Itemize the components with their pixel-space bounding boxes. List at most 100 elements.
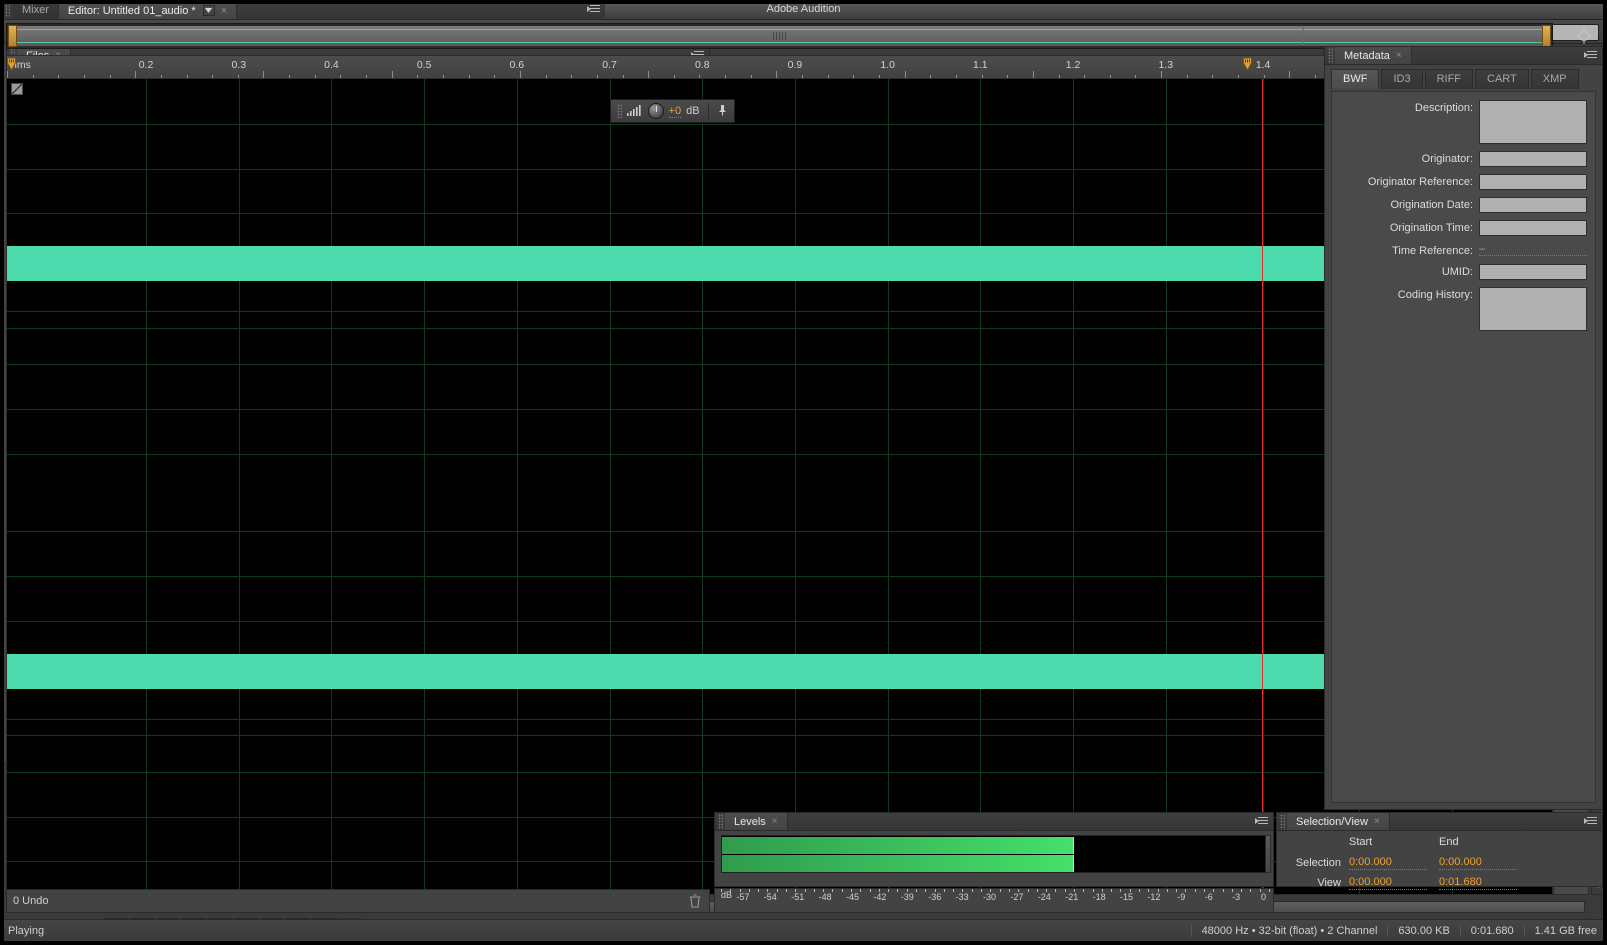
level-scale-tick bbox=[1166, 889, 1168, 892]
level-scale-tick bbox=[1111, 889, 1113, 892]
navigator-right-handle[interactable] bbox=[1542, 25, 1551, 47]
ruler-tick-label: 0.6 bbox=[509, 59, 525, 71]
level-scale-tick bbox=[860, 889, 862, 892]
umid-input[interactable] bbox=[1479, 264, 1587, 280]
navigator-left-handle[interactable] bbox=[8, 25, 17, 47]
level-scale-label: -48 bbox=[818, 892, 832, 902]
level-scale-label: -57 bbox=[736, 892, 750, 902]
status-format-label: 48000 Hz • 32-bit (float) • 2 Channel bbox=[1190, 924, 1388, 937]
metadata-panel-menu-icon[interactable] bbox=[1584, 50, 1598, 62]
close-icon[interactable]: × bbox=[1396, 50, 1402, 61]
level-scale-label: -51 bbox=[791, 892, 805, 902]
tab-editor-label: Editor: Untitled 01_audio * bbox=[67, 4, 196, 17]
level-meter-peak-indicator[interactable] bbox=[1265, 835, 1271, 873]
navigator-channel-1-line bbox=[9, 29, 1550, 30]
playhead-line[interactable] bbox=[1261, 79, 1263, 894]
close-icon[interactable]: × bbox=[221, 5, 227, 17]
level-scale-label: -42 bbox=[873, 892, 887, 902]
originator-input[interactable] bbox=[1479, 151, 1587, 167]
gain-hud[interactable]: +0 dB bbox=[609, 99, 735, 123]
ruler-tick-label: 0.9 bbox=[787, 59, 803, 71]
tab-riff-label: RIFF bbox=[1436, 73, 1462, 85]
level-scale-label: -33 bbox=[955, 892, 969, 902]
origination-date-input[interactable] bbox=[1479, 197, 1587, 213]
level-scale-label: -21 bbox=[1065, 892, 1079, 902]
selection-view-panel-menu-icon[interactable] bbox=[1584, 816, 1598, 828]
selection-view-tabbar: Selection/View × bbox=[1277, 813, 1602, 831]
undo-count-label: 0 Undo bbox=[13, 895, 49, 907]
levels-panel-grip[interactable] bbox=[718, 814, 723, 830]
navigator-channel-2-line bbox=[9, 42, 1550, 43]
tab-levels-label: Levels bbox=[734, 815, 766, 828]
close-icon[interactable]: × bbox=[772, 816, 778, 827]
timeline-ruler[interactable]: hms 0.2 0.3 0.4 0.5 0.6 0.7 0.8 0.9 1.0 … bbox=[6, 55, 1553, 79]
zoom-navigator[interactable] bbox=[6, 23, 1553, 49]
level-scale-label: -36 bbox=[928, 892, 942, 902]
field-label: Coding History: bbox=[1397, 289, 1473, 301]
level-scale-tick bbox=[916, 889, 918, 892]
coding-history-input[interactable] bbox=[1479, 287, 1587, 331]
origination-time-input[interactable] bbox=[1479, 220, 1587, 236]
tab-levels[interactable]: Levels × bbox=[725, 813, 788, 830]
level-scale-tick bbox=[1185, 889, 1187, 892]
waveform-channel-1 bbox=[7, 246, 1552, 282]
tab-xmp[interactable]: XMP bbox=[1530, 69, 1579, 89]
level-scale-tick bbox=[730, 889, 732, 892]
time-reference-value[interactable]: – bbox=[1479, 243, 1587, 256]
view-end-value[interactable]: 0:01.680 bbox=[1439, 876, 1517, 890]
level-scale-tick bbox=[1138, 889, 1140, 892]
tab-selection-view[interactable]: Selection/View × bbox=[1287, 813, 1390, 830]
tab-metadata[interactable]: Metadata × bbox=[1335, 47, 1412, 64]
level-scale-label: -6 bbox=[1204, 892, 1213, 902]
gain-knob-icon[interactable] bbox=[647, 103, 664, 119]
tab-id3[interactable]: ID3 bbox=[1381, 69, 1423, 89]
zoom-navigator-button[interactable] bbox=[1575, 26, 1597, 46]
view-start-value[interactable]: 0:00.000 bbox=[1349, 876, 1427, 890]
gain-value[interactable]: +0 bbox=[668, 105, 682, 118]
level-scale-tick bbox=[1194, 889, 1196, 892]
selection-end-value[interactable]: 0:00.000 bbox=[1439, 856, 1517, 870]
metadata-field-coding-history: Coding History: bbox=[1332, 287, 1595, 331]
volume-ramp-icon bbox=[626, 104, 643, 119]
close-icon[interactable]: × bbox=[1374, 816, 1380, 827]
tab-cart-label: CART bbox=[1487, 73, 1517, 85]
t`ab-bwf[interactable]: BWF bbox=[1331, 69, 1380, 89]
column-header-end: End bbox=[1439, 836, 1459, 848]
level-scale-tick bbox=[981, 889, 983, 892]
description-input[interactable] bbox=[1479, 100, 1587, 144]
level-scale-tick bbox=[721, 889, 722, 892]
level-scale-tick bbox=[971, 889, 973, 892]
level-scale-label: -9 bbox=[1177, 892, 1186, 902]
field-label: Time Reference: bbox=[1392, 245, 1473, 257]
levels-panel-menu-icon[interactable] bbox=[1255, 816, 1269, 828]
level-scale-label: 0 bbox=[1261, 892, 1267, 902]
navigator-playhead[interactable] bbox=[1303, 27, 1305, 45]
tab-riff[interactable]: RIFF bbox=[1424, 69, 1474, 89]
delete-history-button[interactable] bbox=[689, 894, 701, 911]
start-marker-icon[interactable] bbox=[7, 57, 16, 72]
originator-reference-input[interactable] bbox=[1479, 174, 1587, 190]
gain-unit: dB bbox=[686, 105, 700, 117]
field-label: Description: bbox=[1414, 102, 1473, 114]
editor-panel-menu-icon[interactable] bbox=[587, 4, 601, 16]
hud-drag-grip[interactable] bbox=[616, 104, 622, 118]
selection-view-panel: Selection/View × Start End Selection 0:0… bbox=[1276, 812, 1603, 890]
metadata-fields: Description: Originator: Originator Refe… bbox=[1331, 91, 1596, 803]
history-undo-bar: 0 Undo bbox=[6, 889, 710, 913]
navigator-drag-grip[interactable] bbox=[772, 32, 787, 40]
editor-panel-grip[interactable] bbox=[5, 2, 10, 18]
tab-editor[interactable]: Editor: Untitled 01_audio * × bbox=[58, 1, 238, 19]
tab-mixer[interactable]: Mixer bbox=[13, 1, 59, 19]
pin-icon[interactable] bbox=[717, 104, 728, 119]
metadata-panel-grip[interactable] bbox=[1328, 48, 1333, 64]
tab-cart[interactable]: CART bbox=[1475, 69, 1529, 89]
chevron-down-icon[interactable] bbox=[202, 5, 215, 16]
level-scale-tick bbox=[1222, 889, 1224, 892]
level-meter[interactable] bbox=[721, 835, 1269, 873]
channel-1-top-handle[interactable] bbox=[11, 83, 23, 95]
selection-view-panel-grip[interactable] bbox=[1280, 814, 1285, 830]
selection-start-value[interactable]: 0:00.000 bbox=[1349, 856, 1427, 870]
waveform-display[interactable]: +0 dB bbox=[6, 78, 1553, 895]
playhead-marker-icon[interactable] bbox=[1243, 57, 1252, 72]
metadata-field-origination-date: Origination Date: bbox=[1332, 197, 1595, 213]
